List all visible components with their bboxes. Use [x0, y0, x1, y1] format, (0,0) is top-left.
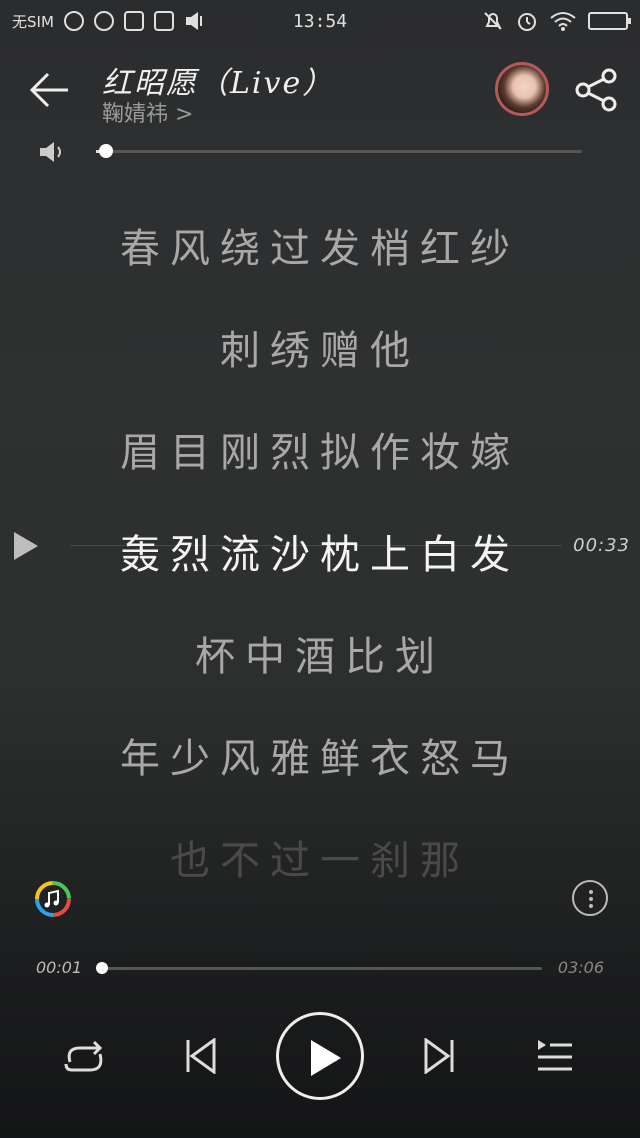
- seek-preview-time: 00:33: [573, 535, 630, 556]
- chevron-right-icon: >: [175, 102, 194, 127]
- artist-link[interactable]: 鞠婧祎 >: [102, 96, 193, 128]
- artist-avatar[interactable]: [495, 62, 549, 116]
- progress-slider[interactable]: [96, 962, 542, 974]
- player-header: 红昭愿（Live） 鞠婧祎 >: [0, 50, 640, 130]
- more-options-icon[interactable]: [572, 880, 608, 916]
- app-s-icon: [123, 11, 144, 31]
- volume-slider[interactable]: [96, 144, 582, 158]
- qq-icon: [153, 11, 174, 31]
- share-icon[interactable]: [575, 68, 619, 112]
- next-track-icon[interactable]: [422, 1038, 456, 1074]
- mute-icon: [484, 12, 502, 30]
- vibrate-icon: [185, 12, 202, 30]
- alarm-icon: [518, 13, 536, 31]
- seek-guide-line: [70, 545, 562, 546]
- lyric-line: 眉目刚烈拟作妆嫁: [120, 430, 520, 476]
- seek-play-icon[interactable]: [14, 532, 38, 560]
- current-time: 00:01: [36, 958, 83, 977]
- playlist-icon[interactable]: [536, 1038, 574, 1076]
- music-app-logo-icon[interactable]: [34, 880, 72, 918]
- lyric-line: 刺绣赠他: [220, 328, 420, 374]
- artist-name: 鞠婧祎: [102, 102, 169, 127]
- lyric-line: 年少风雅鲜衣怒马: [120, 736, 520, 782]
- lyric-line-current: 轰烈流沙枕上白发: [120, 532, 520, 578]
- volume-control[interactable]: [38, 138, 582, 164]
- lyric-line: 也不过一刹那: [170, 838, 470, 884]
- carrier-label: 无SIM: [12, 12, 54, 31]
- clock: 13:54: [292, 10, 348, 32]
- duration: 03:06: [557, 958, 604, 977]
- speaker-icon: [40, 142, 61, 162]
- battery-icon: [588, 12, 631, 30]
- weibo-icon: [63, 11, 84, 31]
- status-bar: 无SIM 13:54: [0, 0, 640, 42]
- playback-progress[interactable]: 00:01 03:06: [0, 956, 640, 980]
- progress-knob[interactable]: [96, 962, 109, 974]
- lyric-line: 杯中酒比划: [195, 634, 445, 680]
- browser-icon: [93, 11, 114, 31]
- volume-knob[interactable]: [98, 144, 113, 158]
- play-button[interactable]: [276, 1012, 364, 1100]
- lyric-line: 春风绕过发梢红纱: [120, 226, 520, 272]
- repeat-icon[interactable]: [62, 1038, 108, 1078]
- wifi-icon: [550, 12, 576, 31]
- playback-controls: [0, 1012, 640, 1104]
- previous-track-icon[interactable]: [184, 1038, 218, 1074]
- back-arrow-icon[interactable]: [28, 70, 72, 110]
